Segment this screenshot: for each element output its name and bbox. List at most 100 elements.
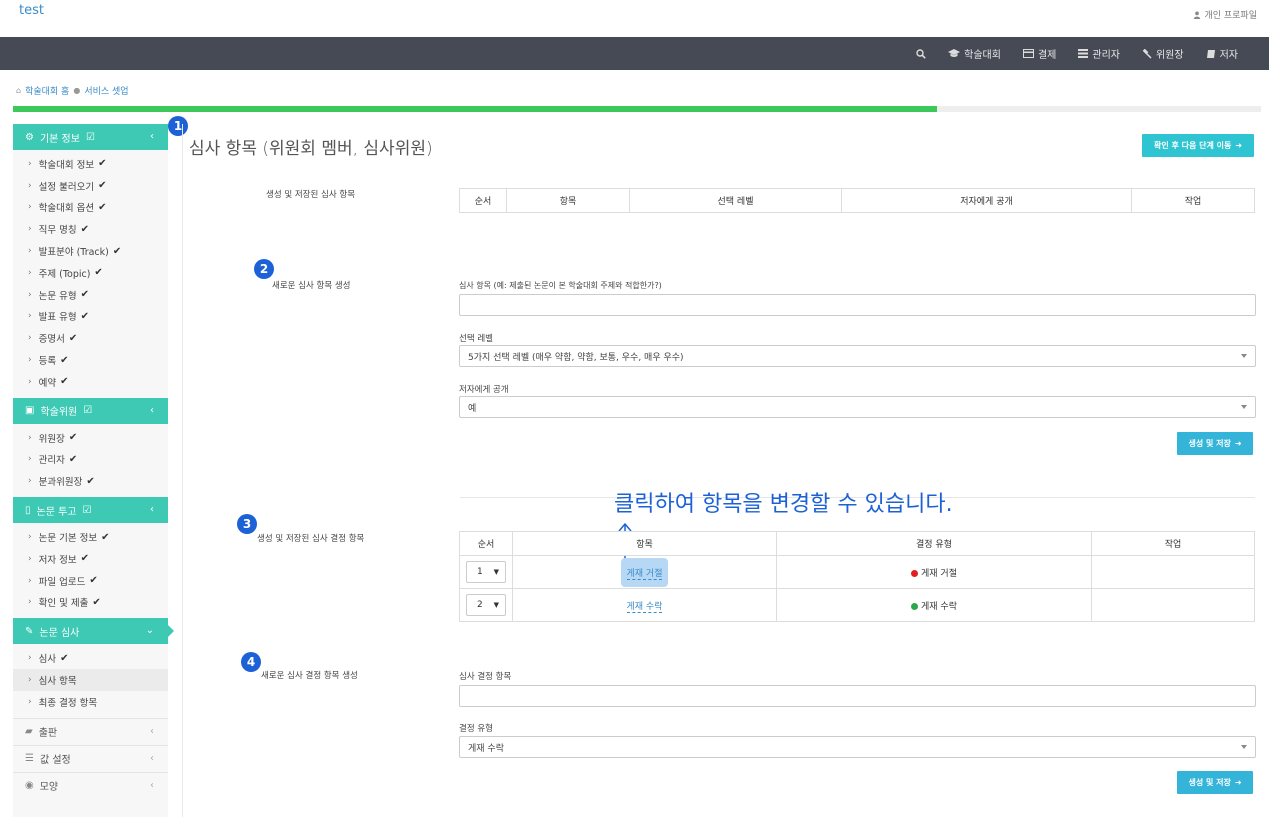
nav-conference[interactable]: 학술대회 xyxy=(937,37,1012,70)
chevron-right-icon: › xyxy=(28,333,32,344)
public-select[interactable]: 예 xyxy=(459,396,1256,418)
sidebar-item[interactable]: › 파일 업로드 ✔ xyxy=(13,570,168,592)
chevron-right-icon: › xyxy=(28,653,32,664)
create-decision-label: 생성 및 저장 xyxy=(1188,778,1231,787)
setup-progress-bar xyxy=(13,106,1261,112)
check-icon: ✔ xyxy=(98,201,107,213)
sidebar-item[interactable]: › 학술대회 정보 ✔ xyxy=(13,153,168,175)
col-header: 결정 유형 xyxy=(776,531,1092,556)
sidebar-section-review[interactable]: ✎ 논문 심사 ⌄ xyxy=(13,618,174,645)
sidebar-item-label: 파일 업로드 xyxy=(38,576,86,588)
sidebar-item-label: 증명서 xyxy=(38,334,65,346)
caret-down-icon xyxy=(1241,745,1247,749)
action-cell xyxy=(1091,588,1255,622)
search-button[interactable] xyxy=(905,37,937,70)
sidebar-item[interactable]: › 관리자 ✔ xyxy=(13,449,168,471)
order-select[interactable]: 1 ▼ xyxy=(466,561,506,583)
sidebar-item-label: 직무 명칭 xyxy=(38,225,77,237)
breadcrumb-current[interactable]: 서비스 셋업 xyxy=(84,84,128,97)
check-icon: ✔ xyxy=(92,596,101,608)
sidebar-item-label: 위원장 xyxy=(38,433,65,445)
sidebar-item[interactable]: › 증명서 ✔ xyxy=(13,327,168,349)
sidebar-item[interactable]: › 설정 불러오기 ✔ xyxy=(13,175,168,197)
create-decision-button[interactable]: 생성 및 저장 ➜ xyxy=(1177,771,1253,794)
decision-item-input[interactable] xyxy=(459,685,1256,707)
chevron-right-icon: › xyxy=(28,267,32,278)
sidebar-section-appearance[interactable]: ◉ 모양 ‹ xyxy=(13,771,168,799)
breadcrumb-home[interactable]: 학술대회 홈 xyxy=(25,84,69,97)
decision-type-value: 게재 수락 xyxy=(468,743,504,754)
sidebar-item[interactable]: › 심사 항목 xyxy=(13,669,168,691)
sidebar-item[interactable]: › 발표분야 (Track) ✔ xyxy=(13,240,168,262)
sidebar-item[interactable]: › 발표 유형 ✔ xyxy=(13,306,168,328)
nav-admin-label: 관리자 xyxy=(1092,50,1120,61)
sidebar-item[interactable]: › 학술대회 옵션 ✔ xyxy=(13,197,168,219)
nav-payment[interactable]: 결제 xyxy=(1012,37,1067,70)
sidebar-item[interactable]: › 등록 ✔ xyxy=(13,349,168,371)
col-header: 항목 xyxy=(506,188,630,213)
nav-chair[interactable]: 위원장 xyxy=(1131,37,1195,70)
sidebar-item[interactable]: › 주제 (Topic) ✔ xyxy=(13,262,168,284)
status-dot-icon xyxy=(911,569,918,577)
level-field-label: 선택 레벨 xyxy=(459,334,493,344)
sidebar-item[interactable]: › 저자 정보 ✔ xyxy=(13,548,168,570)
chevron-right-icon: › xyxy=(28,158,32,169)
sidebar-section-title: 기본 정보 xyxy=(39,133,80,145)
sidebar-section-publishing[interactable]: ▰ 출판 ‹ xyxy=(13,717,168,745)
create-item-button[interactable]: 생성 및 저장 ➜ xyxy=(1177,432,1253,455)
review-item-input[interactable] xyxy=(459,294,1256,316)
sidebar-item[interactable]: › 분과위원장 ✔ xyxy=(13,470,168,492)
graduation-cap-icon xyxy=(948,49,961,57)
sidebar-item[interactable]: › 논문 유형 ✔ xyxy=(13,284,168,306)
sidebar-item[interactable]: › 논문 기본 정보 ✔ xyxy=(13,526,168,548)
chevron-right-icon: › xyxy=(28,675,32,686)
review-item-field-label: 심사 항목 (예: 제출된 논문이 본 학술대회 주제와 적합한가?) xyxy=(459,281,662,290)
sidebar-section-basic-info[interactable]: ⚙ 기본 정보 ☑ ‹ xyxy=(13,124,168,150)
sidebar-item-label: 논문 유형 xyxy=(38,290,77,302)
user-icon xyxy=(1194,11,1201,19)
col-header: 작업 xyxy=(1131,188,1255,213)
chevron-right-icon: › xyxy=(28,355,32,366)
sidebar-item[interactable]: › 예약 ✔ xyxy=(13,371,168,393)
profile-link[interactable]: 개인 프로파일 xyxy=(1193,8,1257,21)
chevron-down-icon: ⌄ xyxy=(145,625,154,637)
check-icon: ✔ xyxy=(86,475,95,487)
arrow-circle-right-icon: ➜ xyxy=(1234,439,1242,448)
sidebar-section-committee[interactable]: ▣ 학술위원 ☑ ‹ xyxy=(13,397,168,424)
nav-admin[interactable]: 관리자 xyxy=(1067,37,1131,70)
caret-down-icon xyxy=(1241,354,1247,358)
decision-type-select[interactable]: 게재 수락 xyxy=(459,736,1256,758)
sidebar-section-title: 출판 xyxy=(38,728,58,740)
nav-author-label: 저자 xyxy=(1219,50,1238,61)
sidebar-section-title: 논문 투고 xyxy=(36,506,77,518)
type-value: 게재 거절 xyxy=(921,568,957,579)
breadcrumb: ⌂ 학술대회 홈 ● 서비스 셋업 xyxy=(16,84,129,97)
chevron-left-icon: ‹ xyxy=(150,753,154,765)
sidebar-item[interactable]: › 위원장 ✔ xyxy=(13,427,168,449)
col-header: 선택 레벨 xyxy=(629,188,842,213)
order-select[interactable]: 2 ▼ xyxy=(466,594,506,616)
sidebar-section-title: 논문 심사 xyxy=(39,627,80,639)
sidebar-item[interactable]: › 확인 및 제출 ✔ xyxy=(13,592,168,614)
editable-item[interactable]: 게재 수락 xyxy=(626,601,663,613)
sliders-icon: ☰ xyxy=(25,753,34,765)
sidebar-section-submission[interactable]: ▯ 논문 투고 ☑ ‹ xyxy=(13,497,168,524)
col-header: 항목 xyxy=(512,531,777,556)
level-select[interactable]: 5가지 선택 레벨 (매우 약함, 약함, 보통, 우수, 매우 우수) xyxy=(459,345,1256,367)
table-row: 1 ▼ 게재 거절 게재 거절 xyxy=(459,555,1255,589)
sidebar-section-settings[interactable]: ☰ 값 설정 ‹ xyxy=(13,744,168,772)
sidebar-item[interactable]: › 최종 결정 항목 xyxy=(13,691,168,713)
sidebar: ⚙ 기본 정보 ☑ ‹ › 학술대회 정보 ✔ › 설정 불러오기 ✔ › 학술대회 옵션 ✔ ›… xyxy=(13,124,174,817)
chevron-right-icon: › xyxy=(28,180,32,191)
check-icon: ✔ xyxy=(80,289,89,301)
brand-link[interactable]: test xyxy=(19,3,44,18)
decision-item-field-label: 심사 결정 항목 xyxy=(459,672,512,682)
sidebar-item-label: 학술대회 옵션 xyxy=(38,203,95,215)
sidebar-item[interactable]: › 직무 명칭 ✔ xyxy=(13,218,168,240)
sidebar-item-label: 주제 (Topic) xyxy=(38,268,91,280)
next-step-button[interactable]: 확인 후 다음 단계 이동 ➜ xyxy=(1142,134,1254,157)
nav-author[interactable]: 저자 xyxy=(1195,37,1249,70)
editable-item[interactable]: 게재 거절 xyxy=(626,568,663,580)
sidebar-item[interactable]: › 심사 ✔ xyxy=(13,647,168,669)
sidebar-item-label: 심사 xyxy=(38,654,57,666)
